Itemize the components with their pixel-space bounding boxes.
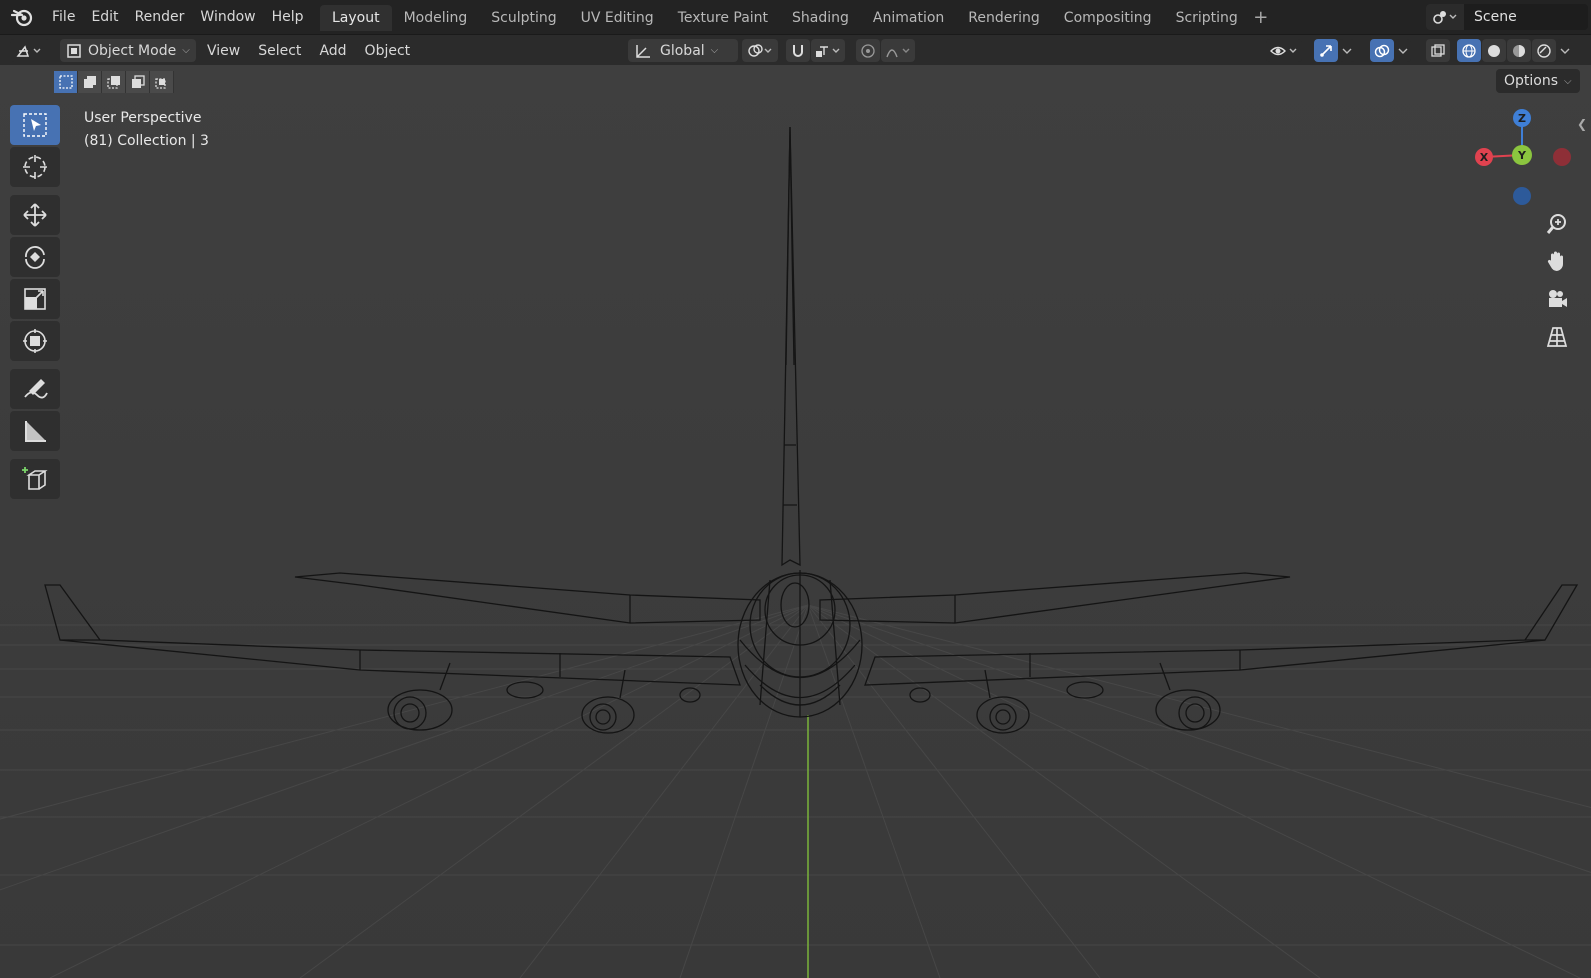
menu-select[interactable]: Select xyxy=(249,43,310,59)
camera-view-icon[interactable] xyxy=(1541,283,1573,315)
tab-layout[interactable]: Layout xyxy=(320,5,392,31)
select-invert-icon[interactable] xyxy=(126,71,150,93)
main-menu: File Edit Render Window Help xyxy=(44,0,312,34)
3d-viewport[interactable]: User Perspective (81) Collection | 3 Opt… xyxy=(0,65,1591,978)
view-name: User Perspective xyxy=(84,110,202,126)
menu-edit[interactable]: Edit xyxy=(83,9,126,25)
pan-hand-icon[interactable] xyxy=(1541,245,1573,277)
overlays-icon[interactable] xyxy=(1370,39,1394,62)
wireframe-shading-icon[interactable] xyxy=(1457,39,1481,62)
menu-add[interactable]: Add xyxy=(310,43,355,59)
scene-name[interactable]: Scene xyxy=(1464,9,1517,25)
annotate-icon[interactable] xyxy=(10,369,60,409)
snap-magnet-icon[interactable] xyxy=(786,39,810,62)
object-mode-icon xyxy=(66,43,82,59)
move-icon[interactable] xyxy=(10,195,60,235)
menu-render[interactable]: Render xyxy=(127,9,193,25)
gizmo-toggle-group xyxy=(1314,39,1356,62)
menu-view[interactable]: View xyxy=(198,43,249,59)
selection-mode-buttons xyxy=(54,71,174,93)
chevron-down-icon: ⌵ xyxy=(1564,75,1572,87)
orientation-icon xyxy=(634,43,652,59)
options-dropdown[interactable]: Options ⌵ xyxy=(1496,69,1580,93)
add-cube-icon[interactable] xyxy=(10,459,60,499)
visibility-eye-icon[interactable] xyxy=(1266,39,1302,62)
select-subtract-icon[interactable] xyxy=(102,71,126,93)
scene-selector[interactable]: Scene xyxy=(1426,4,1588,30)
scale-icon[interactable] xyxy=(10,279,60,319)
tab-rendering[interactable]: Rendering xyxy=(956,5,1052,31)
scene-icon[interactable] xyxy=(1426,4,1464,30)
select-intersect-icon[interactable] xyxy=(150,71,174,93)
visibility-group xyxy=(1266,39,1303,62)
select-new-icon[interactable] xyxy=(54,71,78,93)
tab-uv-editing[interactable]: UV Editing xyxy=(569,5,666,31)
transform-orientation-dropdown[interactable]: Global ⌵ xyxy=(628,39,738,62)
tab-animation[interactable]: Animation xyxy=(861,5,956,31)
chevron-down-icon[interactable] xyxy=(1557,39,1573,62)
add-workspace-button[interactable]: + xyxy=(1250,5,1272,31)
tab-modeling[interactable]: Modeling xyxy=(392,5,480,31)
transform-icon[interactable] xyxy=(10,321,60,361)
chevron-down-icon[interactable] xyxy=(1395,39,1411,62)
perspective-toggle-icon[interactable] xyxy=(1541,321,1573,353)
z-axis-label: Z xyxy=(1518,112,1526,125)
pivot-point-icon[interactable] xyxy=(742,39,778,62)
xray-icon[interactable] xyxy=(1426,39,1450,62)
proportional-edit-icon[interactable] xyxy=(856,39,880,62)
menu-file[interactable]: File xyxy=(44,9,83,25)
viewport-menus: View Select Add Object xyxy=(198,39,419,62)
rotate-icon[interactable] xyxy=(10,237,60,277)
tool-shelf xyxy=(10,105,62,501)
zoom-icon[interactable] xyxy=(1541,208,1573,240)
chevron-down-icon[interactable] xyxy=(1339,39,1355,62)
cursor-icon[interactable] xyxy=(10,147,60,187)
overlay-toggle-group xyxy=(1370,39,1412,62)
menu-object[interactable]: Object xyxy=(356,43,420,59)
y-axis-label: Y xyxy=(1517,149,1527,162)
snap-increment-icon[interactable] xyxy=(811,39,845,62)
blender-logo-icon[interactable] xyxy=(10,6,34,28)
select-extend-icon[interactable] xyxy=(78,71,102,93)
solid-shading-icon[interactable] xyxy=(1482,39,1506,62)
navigation-gizmo[interactable]: Z X Y xyxy=(1468,105,1588,215)
editor-type-icon[interactable] xyxy=(10,39,50,62)
tab-sculpting[interactable]: Sculpting xyxy=(479,5,568,31)
tab-shading[interactable]: Shading xyxy=(780,5,861,31)
falloff-icon[interactable] xyxy=(881,39,915,62)
viewport-header: Object Mode ⌵ View Select Add Object Glo… xyxy=(0,35,1591,65)
x-axis-label: X xyxy=(1480,151,1489,164)
chevron-down-icon: ⌵ xyxy=(710,45,719,56)
proportional-edit-group xyxy=(856,39,916,62)
xray-toggle xyxy=(1426,39,1451,62)
mode-dropdown[interactable]: Object Mode ⌵ xyxy=(60,39,196,62)
editor-type-button[interactable] xyxy=(10,39,51,62)
options-label: Options xyxy=(1504,73,1559,89)
tab-texture-paint[interactable]: Texture Paint xyxy=(666,5,780,31)
mode-label: Object Mode xyxy=(88,42,177,59)
chevron-down-icon: ⌵ xyxy=(182,45,190,56)
snap-group xyxy=(786,39,846,62)
gizmo-toggle-icon[interactable] xyxy=(1314,39,1338,62)
select-box-icon[interactable] xyxy=(10,105,60,145)
shading-modes xyxy=(1457,39,1574,62)
viewport-info: User Perspective (81) Collection | 3 xyxy=(84,107,209,153)
pivot-point-dropdown[interactable] xyxy=(742,39,779,62)
menu-help[interactable]: Help xyxy=(264,9,312,25)
measure-icon[interactable] xyxy=(10,411,60,451)
material-shading-icon[interactable] xyxy=(1507,39,1531,62)
tab-scripting[interactable]: Scripting xyxy=(1164,5,1250,31)
workspace-tabs: Layout Modeling Sculpting UV Editing Tex… xyxy=(320,5,1272,31)
top-bar: File Edit Render Window Help Layout Mode… xyxy=(0,0,1591,35)
tab-compositing[interactable]: Compositing xyxy=(1052,5,1164,31)
orientation-label: Global xyxy=(660,42,705,59)
rendered-shading-icon[interactable] xyxy=(1532,39,1556,62)
menu-window[interactable]: Window xyxy=(192,9,263,25)
viewport-canvas xyxy=(0,65,1591,978)
collection-info: (81) Collection | 3 xyxy=(84,133,209,149)
